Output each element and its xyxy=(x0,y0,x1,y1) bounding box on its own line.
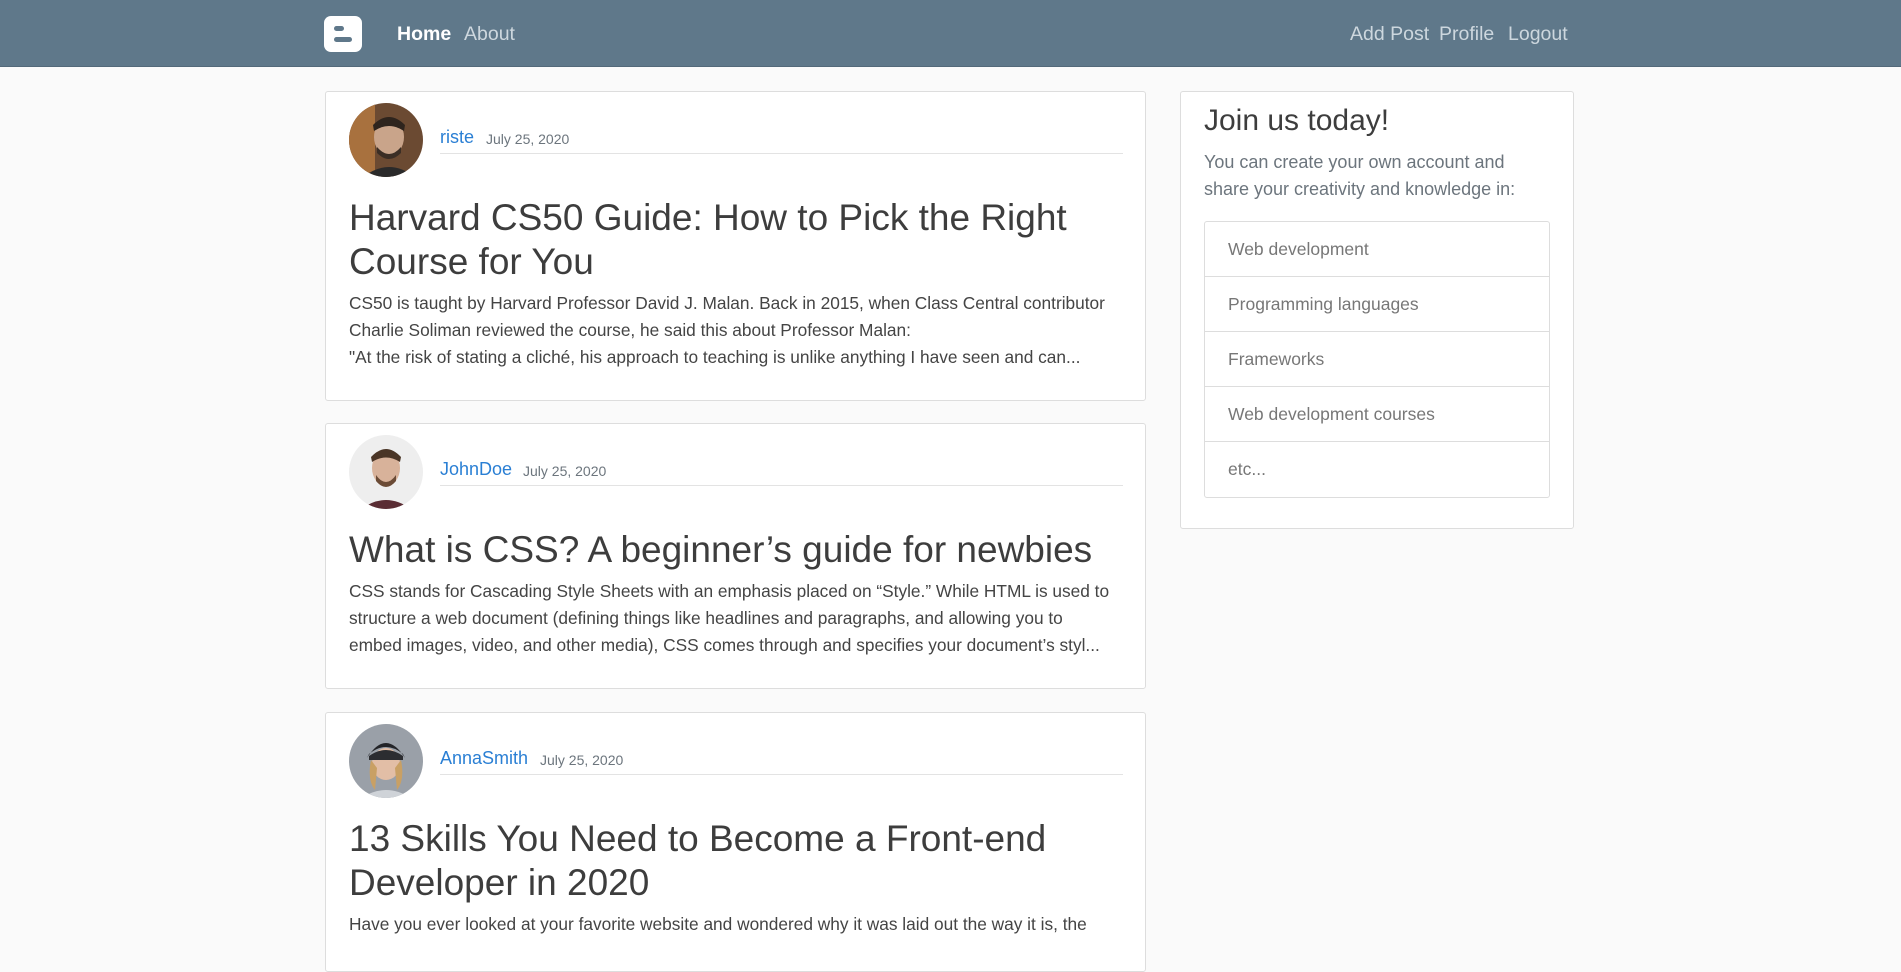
post-meta: riste July 25, 2020 xyxy=(440,121,1123,154)
top-navbar: Home About Add Post Profile Logout xyxy=(0,0,1901,67)
nav-add-post-link[interactable]: Add Post xyxy=(1350,22,1429,46)
post-title-line: Course for You xyxy=(349,241,594,282)
post-title[interactable]: Harvard CS50 Guide: How to Pick the Righ… xyxy=(349,196,1123,284)
post-card: JohnDoe July 25, 2020 What is CSS? A beg… xyxy=(325,423,1146,689)
join-sidebar: Join us today! You can create your own a… xyxy=(1180,91,1574,529)
post-card: AnnaSmith July 25, 2020 13 Skills You Ne… xyxy=(325,712,1146,972)
post-excerpt: CSS stands for Cascading Style Sheets wi… xyxy=(349,578,1123,659)
excerpt-line: CS50 is taught by Harvard Professor Davi… xyxy=(349,293,1105,313)
post-title-line: 13 Skills You Need to Become a Front-end xyxy=(349,818,1047,859)
author-link[interactable]: riste xyxy=(440,127,474,148)
post-meta: JohnDoe July 25, 2020 xyxy=(440,453,1123,486)
excerpt-line: "At the risk of stating a cliché, his ap… xyxy=(349,347,1081,367)
excerpt-line: Charlie Soliman reviewed the course, he … xyxy=(349,320,911,340)
author-avatar[interactable] xyxy=(349,724,423,798)
topic-item[interactable]: Web development xyxy=(1205,222,1549,277)
author-avatar[interactable] xyxy=(349,435,423,509)
post-title-line: What is CSS? A beginner’s guide for newb… xyxy=(349,529,1093,570)
excerpt-line: Have you ever looked at your favorite we… xyxy=(349,914,1087,934)
sidebar-title: Join us today! xyxy=(1204,104,1390,137)
topic-item[interactable]: Frameworks xyxy=(1205,332,1549,387)
nav-about-link[interactable]: About xyxy=(464,22,515,46)
topic-item[interactable]: Web development courses xyxy=(1205,387,1549,442)
post-title-line: Harvard CS50 Guide: How to Pick the Righ… xyxy=(349,197,1067,238)
topic-item[interactable]: Programming languages xyxy=(1205,277,1549,332)
post-date: July 25, 2020 xyxy=(523,463,607,479)
post-title[interactable]: What is CSS? A beginner’s guide for newb… xyxy=(349,528,1123,572)
post-date: July 25, 2020 xyxy=(540,752,624,768)
blogger-icon[interactable] xyxy=(324,16,362,52)
topic-item[interactable]: etc... xyxy=(1205,442,1549,497)
post-meta: AnnaSmith July 25, 2020 xyxy=(440,742,1123,775)
post-title[interactable]: 13 Skills You Need to Become a Front-end… xyxy=(349,817,1123,905)
author-link[interactable]: AnnaSmith xyxy=(440,748,528,769)
post-card: riste July 25, 2020 Harvard CS50 Guide: … xyxy=(325,91,1146,401)
post-title-line: Developer in 2020 xyxy=(349,862,650,903)
post-excerpt: CS50 is taught by Harvard Professor Davi… xyxy=(349,290,1123,371)
topic-list: Web development Programming languages Fr… xyxy=(1204,221,1550,498)
post-excerpt: Have you ever looked at your favorite we… xyxy=(349,911,1123,938)
excerpt-line: CSS stands for Cascading Style Sheets wi… xyxy=(349,581,1110,601)
excerpt-line: structure a web document (defining thing… xyxy=(349,608,1063,628)
post-date: July 25, 2020 xyxy=(486,131,570,147)
sidebar-text: You can create your own account and shar… xyxy=(1204,152,1516,199)
author-avatar[interactable] xyxy=(349,103,423,177)
nav-home-link[interactable]: Home xyxy=(397,22,451,46)
nav-profile-link[interactable]: Profile xyxy=(1439,22,1494,46)
nav-logout-link[interactable]: Logout xyxy=(1508,22,1568,46)
excerpt-line: embed images, video, and other media), C… xyxy=(349,635,1100,655)
author-link[interactable]: JohnDoe xyxy=(440,459,512,480)
